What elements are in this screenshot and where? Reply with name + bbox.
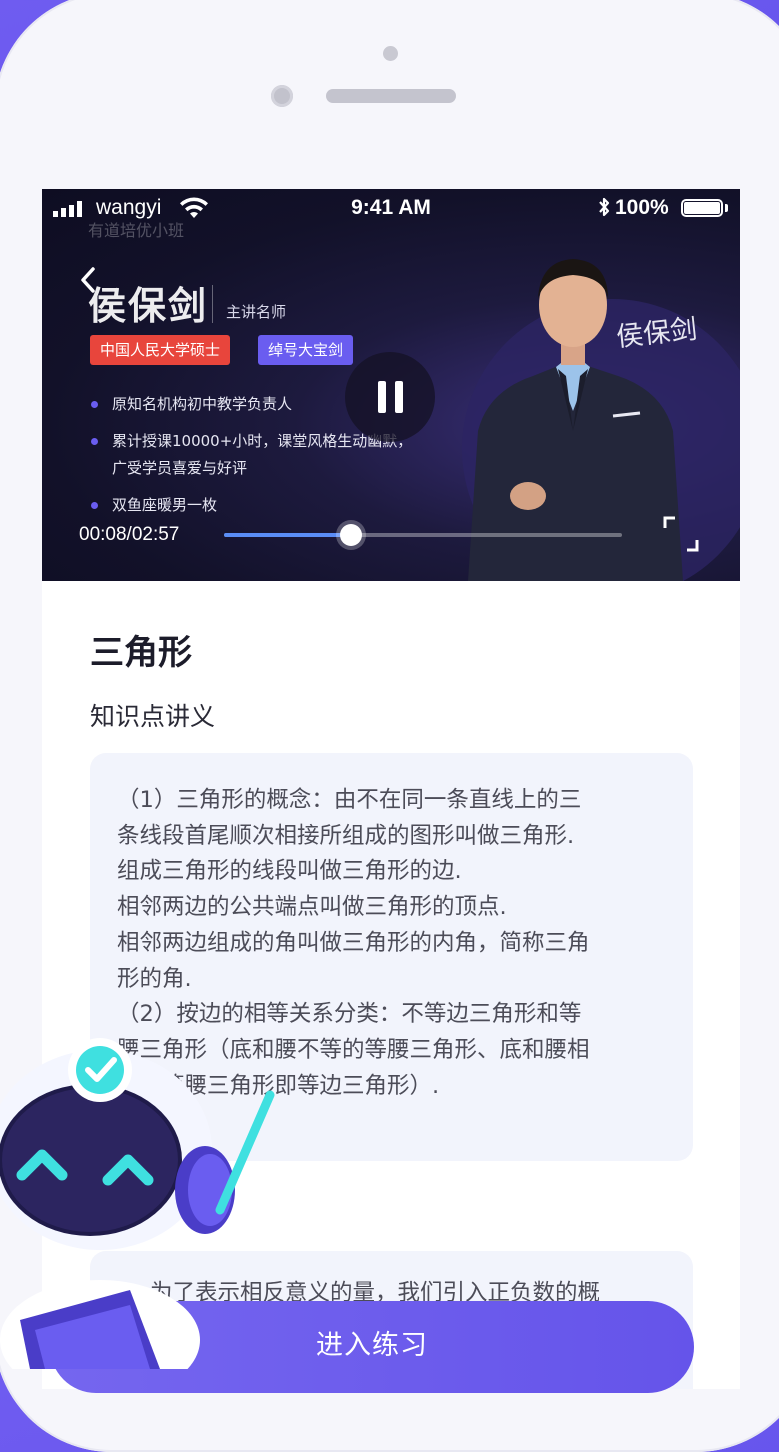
- robot-mascot-icon: [0, 1038, 275, 1369]
- badge-nickname: 绰号大宝剑: [258, 335, 354, 365]
- front-camera-dot: [383, 46, 398, 61]
- video-player[interactable]: 有道培优小班 wangyi 9:41 AM 100% 侯保剑 主讲名师 中国人民…: [42, 189, 740, 581]
- playback-time: 00:08/02:57: [79, 524, 180, 545]
- progress-fill: [224, 533, 351, 537]
- bluetooth-icon: [599, 197, 610, 217]
- battery-cap: [725, 204, 728, 212]
- status-bar: wangyi 9:41 AM 100%: [42, 189, 740, 227]
- bullet-item: 双鱼座暖男一枚: [90, 492, 412, 519]
- back-arrow-icon[interactable]: [74, 265, 104, 295]
- fullscreen-icon[interactable]: [663, 516, 699, 552]
- teacher-portrait: [468, 259, 683, 581]
- teacher-name: 侯保剑: [88, 284, 209, 328]
- teacher-title: 主讲名师: [226, 303, 287, 321]
- progress-bar[interactable]: [224, 524, 622, 546]
- pause-button[interactable]: [345, 352, 435, 442]
- battery-icon: [681, 199, 723, 217]
- title-divider: [212, 285, 213, 323]
- earpiece-speaker: [326, 89, 456, 103]
- lesson-title: 三角形: [90, 633, 192, 673]
- battery-percentage: 100%: [615, 196, 669, 219]
- bullet-item: 累计授课10000+小时，课堂风格生动幽默， 广受学员喜爱与好评: [90, 428, 412, 482]
- front-camera-lens: [271, 85, 293, 107]
- section-heading: 知识点讲义: [90, 702, 216, 731]
- progress-knob[interactable]: [339, 524, 362, 546]
- badge-education: 中国人民大学硕士: [90, 335, 231, 365]
